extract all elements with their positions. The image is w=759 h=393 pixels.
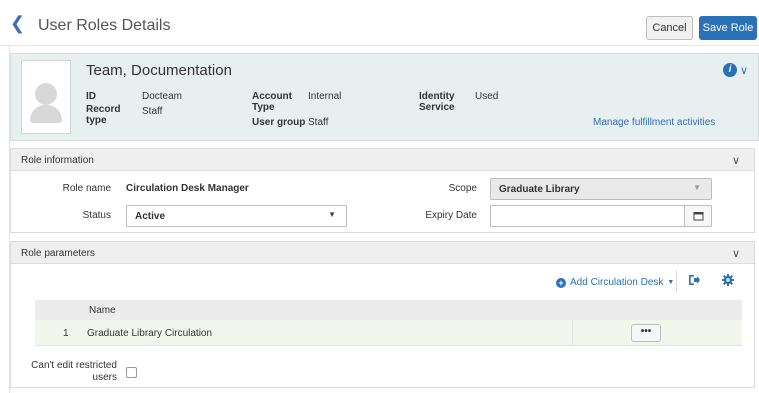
user-group-label: User group: [252, 117, 306, 128]
status-select[interactable]: Active ▼: [126, 205, 347, 227]
gear-icon[interactable]: [722, 274, 734, 286]
panel-title: Role information: [21, 155, 94, 166]
account-type-label: Account Type: [252, 91, 292, 113]
avatar-head-icon: [35, 83, 57, 105]
chevron-down-icon[interactable]: ∨: [740, 64, 748, 77]
expiry-date-input[interactable]: [490, 205, 685, 227]
page: ❮ User Roles Details Cancel Save Role Te…: [0, 0, 759, 393]
row-name: Graduate Library Circulation: [87, 328, 213, 339]
user-name: Team, Documentation: [86, 62, 232, 79]
status-selected-value: Active: [135, 211, 166, 222]
export-icon[interactable]: [688, 274, 700, 286]
add-circulation-desk-label: Add Circulation Desk: [570, 277, 664, 288]
identity-service-label: Identity Service: [419, 91, 455, 113]
caret-down-icon: ▼: [328, 210, 336, 219]
record-type-label: Record type: [86, 104, 121, 126]
caret-down-icon: ▼: [667, 279, 675, 286]
id-value: Docteam: [142, 91, 183, 102]
calendar-icon: [693, 212, 703, 221]
record-type-value: Staff: [142, 106, 163, 117]
info-icon[interactable]: i: [723, 63, 737, 77]
plus-icon: +: [556, 277, 566, 288]
chevron-down-icon[interactable]: ∨: [732, 154, 740, 167]
calendar-button[interactable]: [684, 205, 712, 227]
chevron-down-icon[interactable]: ∨: [732, 247, 740, 260]
status-label: Status: [82, 210, 111, 221]
role-parameters-panel: Role parameters ∨ + Add Circulation Desk…: [10, 241, 755, 388]
cant-edit-restricted-checkbox[interactable]: [126, 367, 137, 378]
column-divider: [572, 320, 573, 346]
panel-title: Role parameters: [21, 248, 95, 259]
page-title: User Roles Details: [38, 17, 171, 34]
scope-select[interactable]: Graduate Library ▼: [490, 178, 712, 200]
identity-service-value: Used: [475, 91, 499, 102]
row-actions-button[interactable]: •••: [631, 324, 661, 342]
cancel-button[interactable]: Cancel: [646, 16, 693, 40]
manage-fulfillment-link[interactable]: Manage fulfillment activities: [593, 117, 715, 128]
user-summary-card: Team, Documentation i ∨ ID Docteam Recor…: [10, 53, 759, 141]
id-label: ID: [86, 91, 96, 102]
row-number: 1: [63, 328, 69, 339]
cant-edit-restricted-label: Can't edit restricted users: [31, 360, 117, 383]
role-name-label: Role name: [62, 183, 111, 194]
toolbar-divider: [676, 270, 677, 292]
column-header-name[interactable]: Name: [89, 305, 116, 316]
avatar: [21, 60, 71, 134]
save-role-button[interactable]: Save Role: [699, 16, 757, 40]
role-information-header[interactable]: Role information ∨: [11, 149, 754, 171]
role-information-panel: Role information ∨ Role name Circulation…: [10, 148, 755, 233]
table-row[interactable]: 1 Graduate Library Circulation •••: [35, 320, 742, 346]
user-group-value: Staff: [308, 117, 329, 128]
role-parameters-header[interactable]: Role parameters ∨: [11, 242, 754, 264]
add-circulation-desk-button[interactable]: + Add Circulation Desk ▼: [556, 277, 674, 288]
role-name-value: Circulation Desk Manager: [126, 183, 249, 194]
top-bar: ❮ User Roles Details Cancel Save Role: [0, 0, 759, 46]
expiry-date-label: Expiry Date: [425, 210, 477, 221]
avatar-body-icon: [30, 105, 62, 123]
caret-down-icon: ▼: [693, 183, 701, 192]
scope-selected-value: Graduate Library: [499, 184, 580, 195]
table-header: Name: [35, 300, 742, 320]
scope-label: Scope: [448, 183, 477, 194]
account-type-value: Internal: [308, 91, 342, 102]
back-chevron-icon[interactable]: ❮: [10, 14, 25, 32]
